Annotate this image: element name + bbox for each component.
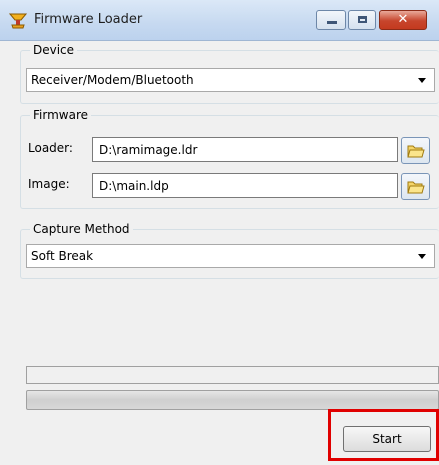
window-title: Firmware Loader — [34, 12, 143, 27]
capture-method-group-label: Capture Method — [30, 222, 133, 236]
highlight-box — [328, 409, 439, 461]
app-icon — [9, 13, 27, 29]
loader-path-input[interactable]: D:\ramimage.ldr — [92, 137, 398, 162]
capture-method-selected-value: Soft Break — [31, 249, 94, 263]
device-combo[interactable]: Receiver/Modem/Bluetooth — [26, 68, 435, 92]
capture-method-combo[interactable]: Soft Break — [26, 244, 435, 268]
image-path-input[interactable]: D:\main.ldp — [92, 173, 398, 198]
chevron-down-icon — [418, 254, 426, 259]
title-bar[interactable]: Firmware Loader ✕ — [0, 0, 439, 41]
maximize-icon — [358, 16, 367, 23]
progress-bar — [26, 390, 439, 410]
firmware-loader-window: Firmware Loader ✕ Device Receiver/Modem/… — [0, 0, 439, 465]
close-button[interactable]: ✕ — [379, 10, 427, 30]
device-group-label: Device — [30, 43, 78, 57]
status-box — [26, 366, 439, 384]
folder-icon — [407, 145, 425, 158]
maximize-button[interactable] — [348, 10, 376, 30]
image-browse-button[interactable] — [401, 173, 430, 200]
chevron-down-icon — [418, 78, 426, 83]
device-selected-value: Receiver/Modem/Bluetooth — [31, 73, 194, 87]
minimize-icon — [327, 21, 337, 24]
image-label: Image: — [28, 177, 70, 191]
firmware-group-label: Firmware — [30, 108, 91, 122]
folder-icon — [407, 181, 425, 194]
minimize-button[interactable] — [316, 10, 346, 30]
loader-browse-button[interactable] — [401, 137, 430, 164]
close-icon: ✕ — [397, 12, 409, 27]
loader-label: Loader: — [28, 141, 73, 155]
